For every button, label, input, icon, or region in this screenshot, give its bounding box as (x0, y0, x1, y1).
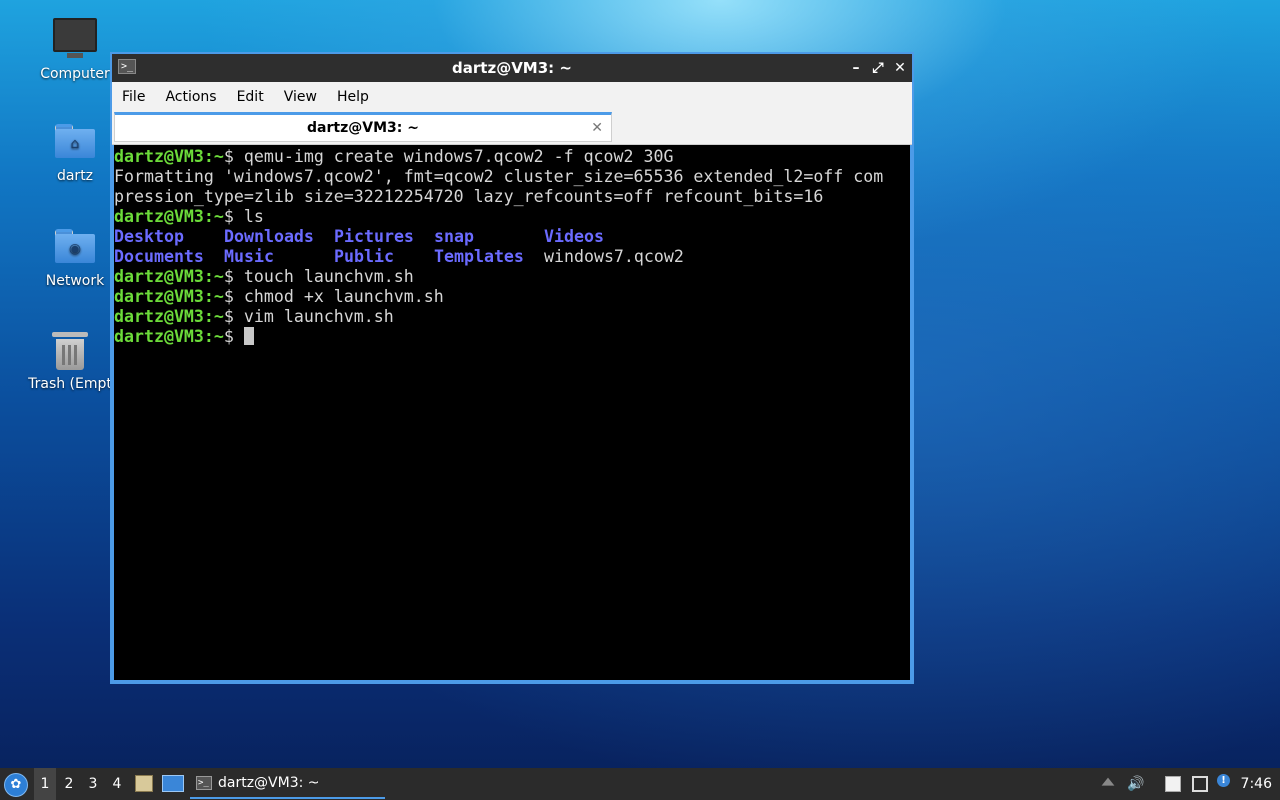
desktop-icon-network[interactable]: ◉ Network (27, 229, 123, 289)
command-text (234, 327, 244, 346)
ls-directory-entry: snap (434, 227, 474, 246)
terminal-line: dartz@VM3:~$ chmod +x launchvm.sh (114, 287, 910, 307)
ls-directory-entry: Downloads (224, 227, 314, 246)
shell-prompt: dartz@VM3:~ (114, 327, 224, 346)
command-text: qemu-img create windows7.qcow2 -f qcow2 … (233, 147, 674, 166)
terminal-line: dartz@VM3:~$ ls (114, 207, 910, 227)
desktop-icon-label: Trash (Empt (28, 376, 112, 392)
tab-bar: dartz@VM3: ~ ✕ (112, 112, 912, 145)
prompt-symbol: $ (223, 267, 234, 286)
tab-terminal[interactable]: dartz@VM3: ~ ✕ (114, 112, 612, 142)
terminal-line: Desktop Downloads Pictures snap Videos (114, 227, 910, 247)
terminal-line: dartz@VM3:~$ (114, 327, 910, 347)
computer-icon (53, 18, 97, 58)
prompt-symbol: $ (223, 327, 234, 346)
menu-file[interactable]: File (112, 82, 155, 112)
command-text: vim launchvm.sh (233, 307, 394, 326)
terminal-icon: >_ (196, 776, 212, 790)
minimize-button[interactable]: – (846, 54, 866, 82)
menu-help[interactable]: Help (327, 82, 379, 112)
shell-prompt: dartz@VM3:~ (114, 147, 224, 166)
command-text: chmod +x launchvm.sh (233, 287, 444, 306)
command-output: pression_type=zlib size=32212254720 lazy… (114, 187, 824, 206)
command-text: touch launchvm.sh (233, 267, 414, 286)
menubar: File Actions Edit View Help (112, 82, 912, 112)
file-manager-icon[interactable] (135, 775, 153, 792)
prompt-symbol: $ (223, 307, 234, 326)
taskbar-terminal-button[interactable]: >_ dartz@VM3: ~ (190, 769, 385, 799)
ls-directory-entry: Desktop (114, 227, 184, 246)
ls-directory-entry: Templates (434, 247, 524, 266)
close-button[interactable]: ✕ (890, 54, 910, 82)
prompt-symbol: $ (223, 147, 234, 166)
terminal-output[interactable]: dartz@VM3:~$ qemu-img create windows7.qc… (114, 145, 910, 680)
shell-prompt: dartz@VM3:~ (114, 287, 224, 306)
ls-directory-entry: Videos (544, 227, 604, 246)
ls-directory-entry: Music (224, 247, 274, 266)
ls-directory-entry: Documents (114, 247, 204, 266)
shell-prompt: dartz@VM3:~ (114, 307, 224, 326)
tab-title: dartz@VM3: ~ (307, 120, 419, 136)
ls-directory-entry: Public (334, 247, 394, 266)
eject-icon[interactable] (1101, 777, 1115, 786)
volume-icon[interactable]: 🔊 (1127, 776, 1144, 792)
ls-file-entry: windows7.qcow2 (544, 247, 684, 266)
trash-icon (52, 332, 88, 370)
prompt-symbol: $ (223, 207, 234, 226)
menu-view[interactable]: View (274, 82, 327, 112)
desktop-icon-label: Computer (40, 66, 110, 82)
home-folder-icon: ⌂ (55, 124, 95, 158)
terminal-line: dartz@VM3:~$ vim launchvm.sh (114, 307, 910, 327)
start-menu-icon[interactable]: ✿ (4, 773, 28, 797)
shell-prompt: dartz@VM3:~ (114, 207, 224, 226)
desktop-icon[interactable] (162, 775, 184, 792)
window-title: dartz@VM3: ~ (452, 59, 572, 77)
terminal-line: Documents Music Public Templates windows7.qc… (114, 247, 910, 267)
desktop-icon-trash[interactable]: Trash (Empt (22, 332, 118, 392)
ls-directory-entry: Pictures (334, 227, 414, 246)
window-titlebar[interactable]: >_ dartz@VM3: ~ – ⤢ ✕ (112, 54, 912, 82)
workspace-1[interactable]: 1 (34, 768, 56, 800)
workspace-2[interactable]: 2 (58, 768, 80, 800)
workspace-4[interactable]: 4 (106, 768, 128, 800)
terminal-line: dartz@VM3:~$ qemu-img create windows7.qc… (114, 147, 910, 167)
taskbar-task-label: dartz@VM3: ~ (218, 775, 320, 791)
workspace-3[interactable]: 3 (82, 768, 104, 800)
command-output: Formatting 'windows7.qcow2', fmt=qcow2 c… (114, 167, 884, 186)
terminal-window[interactable]: >_ dartz@VM3: ~ – ⤢ ✕ File Actions Edit Vie… (110, 52, 914, 684)
clock[interactable]: 7:46 (1241, 768, 1272, 800)
network-folder-icon: ◉ (55, 229, 95, 263)
desktop-icon-label: Network (45, 273, 105, 289)
prompt-symbol: $ (223, 287, 234, 306)
tab-close-icon[interactable]: ✕ (591, 115, 603, 141)
desktop-icon-computer[interactable]: Computer (27, 18, 123, 82)
desktop-icon-home[interactable]: ⌂ dartz (27, 124, 123, 184)
clipboard-icon[interactable] (1165, 776, 1181, 792)
command-text: ls (233, 207, 264, 226)
desktop-icon-label: dartz (56, 168, 94, 184)
maximize-button[interactable]: ⤢ (868, 54, 888, 82)
menu-actions[interactable]: Actions (155, 82, 226, 112)
menu-edit[interactable]: Edit (227, 82, 274, 112)
taskbar: ✿ 1 2 3 4 >_ dartz@VM3: ~ 🔊 ! 7:46 (0, 768, 1280, 800)
text-cursor (243, 327, 254, 345)
network-icon[interactable] (1192, 776, 1208, 792)
terminal-line: dartz@VM3:~$ touch launchvm.sh (114, 267, 910, 287)
shell-prompt: dartz@VM3:~ (114, 267, 224, 286)
update-notifier-icon[interactable]: ! (1217, 774, 1230, 787)
